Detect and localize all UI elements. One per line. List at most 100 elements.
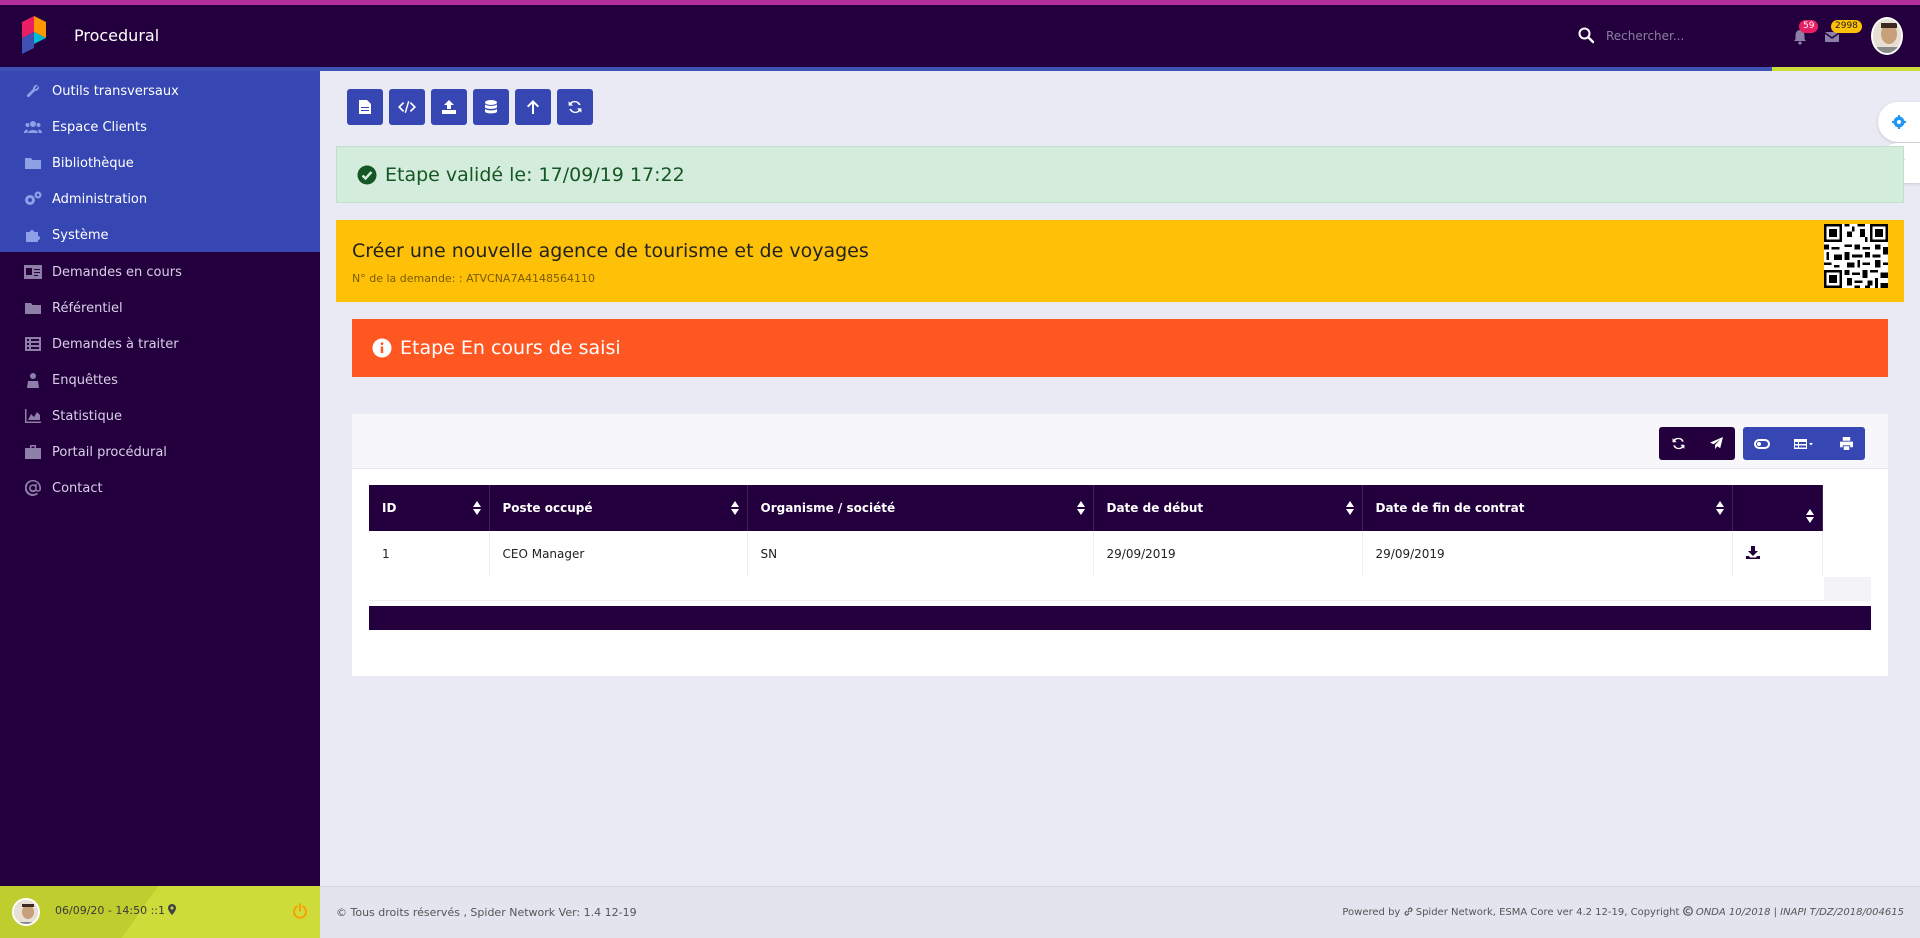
- column-header-date-debut[interactable]: Date de début: [1093, 485, 1363, 531]
- sidebar-item-contact[interactable]: Contact: [0, 470, 320, 506]
- folder-icon: [24, 154, 42, 172]
- sidebar-item-referentiel[interactable]: Référentiel: [0, 290, 320, 326]
- validation-alert: Etape validé le: 17/09/19 17:22: [336, 146, 1904, 203]
- search-icon[interactable]: [1577, 26, 1595, 44]
- app-logo-icon[interactable]: [20, 14, 48, 56]
- sidebar-item-label: Système: [52, 227, 109, 243]
- toggle-visibility-button[interactable]: [1743, 427, 1781, 460]
- brand-name[interactable]: Procedural: [74, 26, 159, 45]
- sidebar: Outils transversaux Espace Clients Bibli…: [0, 71, 320, 886]
- sort-icon: [1345, 501, 1354, 515]
- columns-dropdown-button[interactable]: [1781, 427, 1827, 460]
- sidebar-item-label: Portail procédural: [52, 444, 167, 460]
- column-header-actions[interactable]: [1732, 485, 1823, 531]
- sidebar-item-systeme[interactable]: Système: [0, 217, 320, 253]
- sidebar-item-label: Bibliothèque: [52, 155, 134, 171]
- sidebar-item-outils-transversaux[interactable]: Outils transversaux: [0, 73, 320, 109]
- upload-button[interactable]: [431, 89, 467, 125]
- users-icon: [24, 118, 42, 136]
- check-circle-icon: [357, 165, 377, 184]
- survey-icon: [24, 371, 42, 389]
- sort-icon: [1715, 501, 1724, 515]
- toggle-icon: [1754, 438, 1770, 449]
- footer-copyright: © Tous droits réservés , Spider Network …: [336, 906, 637, 919]
- table-view-group: [1743, 427, 1865, 460]
- gear-icon: [1892, 115, 1906, 129]
- column-header-poste[interactable]: Poste occupé: [489, 485, 748, 531]
- sidebar-item-label: Demandes en cours: [52, 264, 182, 280]
- download-icon[interactable]: [1745, 545, 1760, 559]
- sidebar-item-label: Espace Clients: [52, 119, 147, 135]
- table-spacer-row: [369, 577, 1871, 601]
- sort-icon: [1805, 509, 1814, 523]
- settings-float-button[interactable]: [1878, 102, 1920, 142]
- user-avatar[interactable]: [1871, 17, 1903, 55]
- cell-date-fin: 29/09/2019: [1362, 531, 1733, 578]
- at-icon: [24, 479, 42, 497]
- refresh-icon: [1672, 437, 1684, 450]
- column-header-organisme[interactable]: Organisme / société: [747, 485, 1094, 531]
- column-header-id[interactable]: ID: [369, 485, 490, 531]
- document-button[interactable]: [347, 89, 383, 125]
- sidebar-item-demandes-a-traiter[interactable]: Demandes à traiter: [0, 326, 320, 362]
- database-icon: [485, 100, 497, 114]
- action-toolbar: [347, 89, 593, 125]
- sidebar-item-label: Référentiel: [52, 300, 123, 316]
- table-columns-icon: [1794, 438, 1813, 449]
- experience-table: ID Poste occupé Organisme / société Date…: [369, 485, 1869, 578]
- sidebar-item-statistique[interactable]: Statistique: [0, 398, 320, 434]
- puzzle-icon: [24, 226, 42, 244]
- copyright-icon: [1682, 906, 1693, 916]
- map-marker-icon: [168, 904, 177, 915]
- paper-plane-icon: [1709, 437, 1723, 450]
- folder-icon: [24, 299, 42, 317]
- briefcase-icon: [24, 443, 42, 461]
- session-stamp: 06/09/20 - 14:50 ::1: [55, 904, 177, 917]
- sidebar-item-espace-clients[interactable]: Espace Clients: [0, 109, 320, 145]
- search-input[interactable]: [1606, 23, 1766, 49]
- notifications-badge: 59: [1799, 20, 1819, 33]
- cell-date-debut: 29/09/2019: [1093, 531, 1363, 578]
- arrow-up-button[interactable]: [515, 89, 551, 125]
- sidebar-footer: 06/09/20 - 14:50 ::1: [0, 886, 320, 938]
- table-row[interactable]: 1 CEO Manager SN 29/09/2019 29/09/2019: [369, 531, 1869, 578]
- sidebar-item-administration[interactable]: Administration: [0, 181, 320, 217]
- sort-icon: [730, 501, 739, 515]
- qr-code-icon[interactable]: [1824, 224, 1888, 288]
- reload-table-button[interactable]: [1659, 427, 1697, 460]
- main-content: Etape validé le: 17/09/19 17:22 Créer un…: [320, 71, 1920, 886]
- experience-table-card: ID Poste occupé Organisme / société Date…: [352, 414, 1888, 676]
- gears-icon: [24, 190, 42, 208]
- wrench-icon: [24, 82, 42, 100]
- cell-organisme: SN: [747, 531, 1094, 578]
- page-footer: © Tous droits réservés , Spider Network …: [320, 886, 1920, 938]
- code-button[interactable]: [389, 89, 425, 125]
- card-header: [352, 414, 1888, 469]
- refresh-button[interactable]: [557, 89, 593, 125]
- print-button[interactable]: [1827, 427, 1865, 460]
- power-icon[interactable]: [292, 903, 308, 919]
- table-actions-group: [1659, 427, 1735, 460]
- column-header-date-fin[interactable]: Date de fin de contrat: [1362, 485, 1733, 531]
- sidebar-item-label: Statistique: [52, 408, 122, 424]
- refresh-icon: [568, 100, 582, 114]
- list-icon: [24, 335, 42, 353]
- cell-poste: CEO Manager: [489, 531, 748, 578]
- step-status-alert: Etape En cours de saisi: [352, 319, 1888, 377]
- cell-id: 1: [369, 531, 490, 578]
- user-mini-avatar[interactable]: [12, 898, 40, 926]
- sidebar-item-demandes-en-cours[interactable]: Demandes en cours: [0, 254, 320, 290]
- step-status-text: Etape En cours de saisi: [400, 337, 621, 359]
- sidebar-item-bibliotheque[interactable]: Bibliothèque: [0, 145, 320, 181]
- database-button[interactable]: [473, 89, 509, 125]
- send-button[interactable]: [1697, 427, 1735, 460]
- id-card-icon: [24, 263, 42, 281]
- sidebar-item-label: Administration: [52, 191, 148, 207]
- sidebar-item-enquettes[interactable]: Enquêttes: [0, 362, 320, 398]
- sort-icon: [472, 501, 481, 515]
- messages-badge: 2998: [1831, 20, 1862, 33]
- cell-actions: [1732, 531, 1823, 578]
- sidebar-item-portail-procedural[interactable]: Portail procédural: [0, 434, 320, 470]
- arrow-up-icon: [527, 100, 539, 114]
- upload-icon: [442, 100, 456, 114]
